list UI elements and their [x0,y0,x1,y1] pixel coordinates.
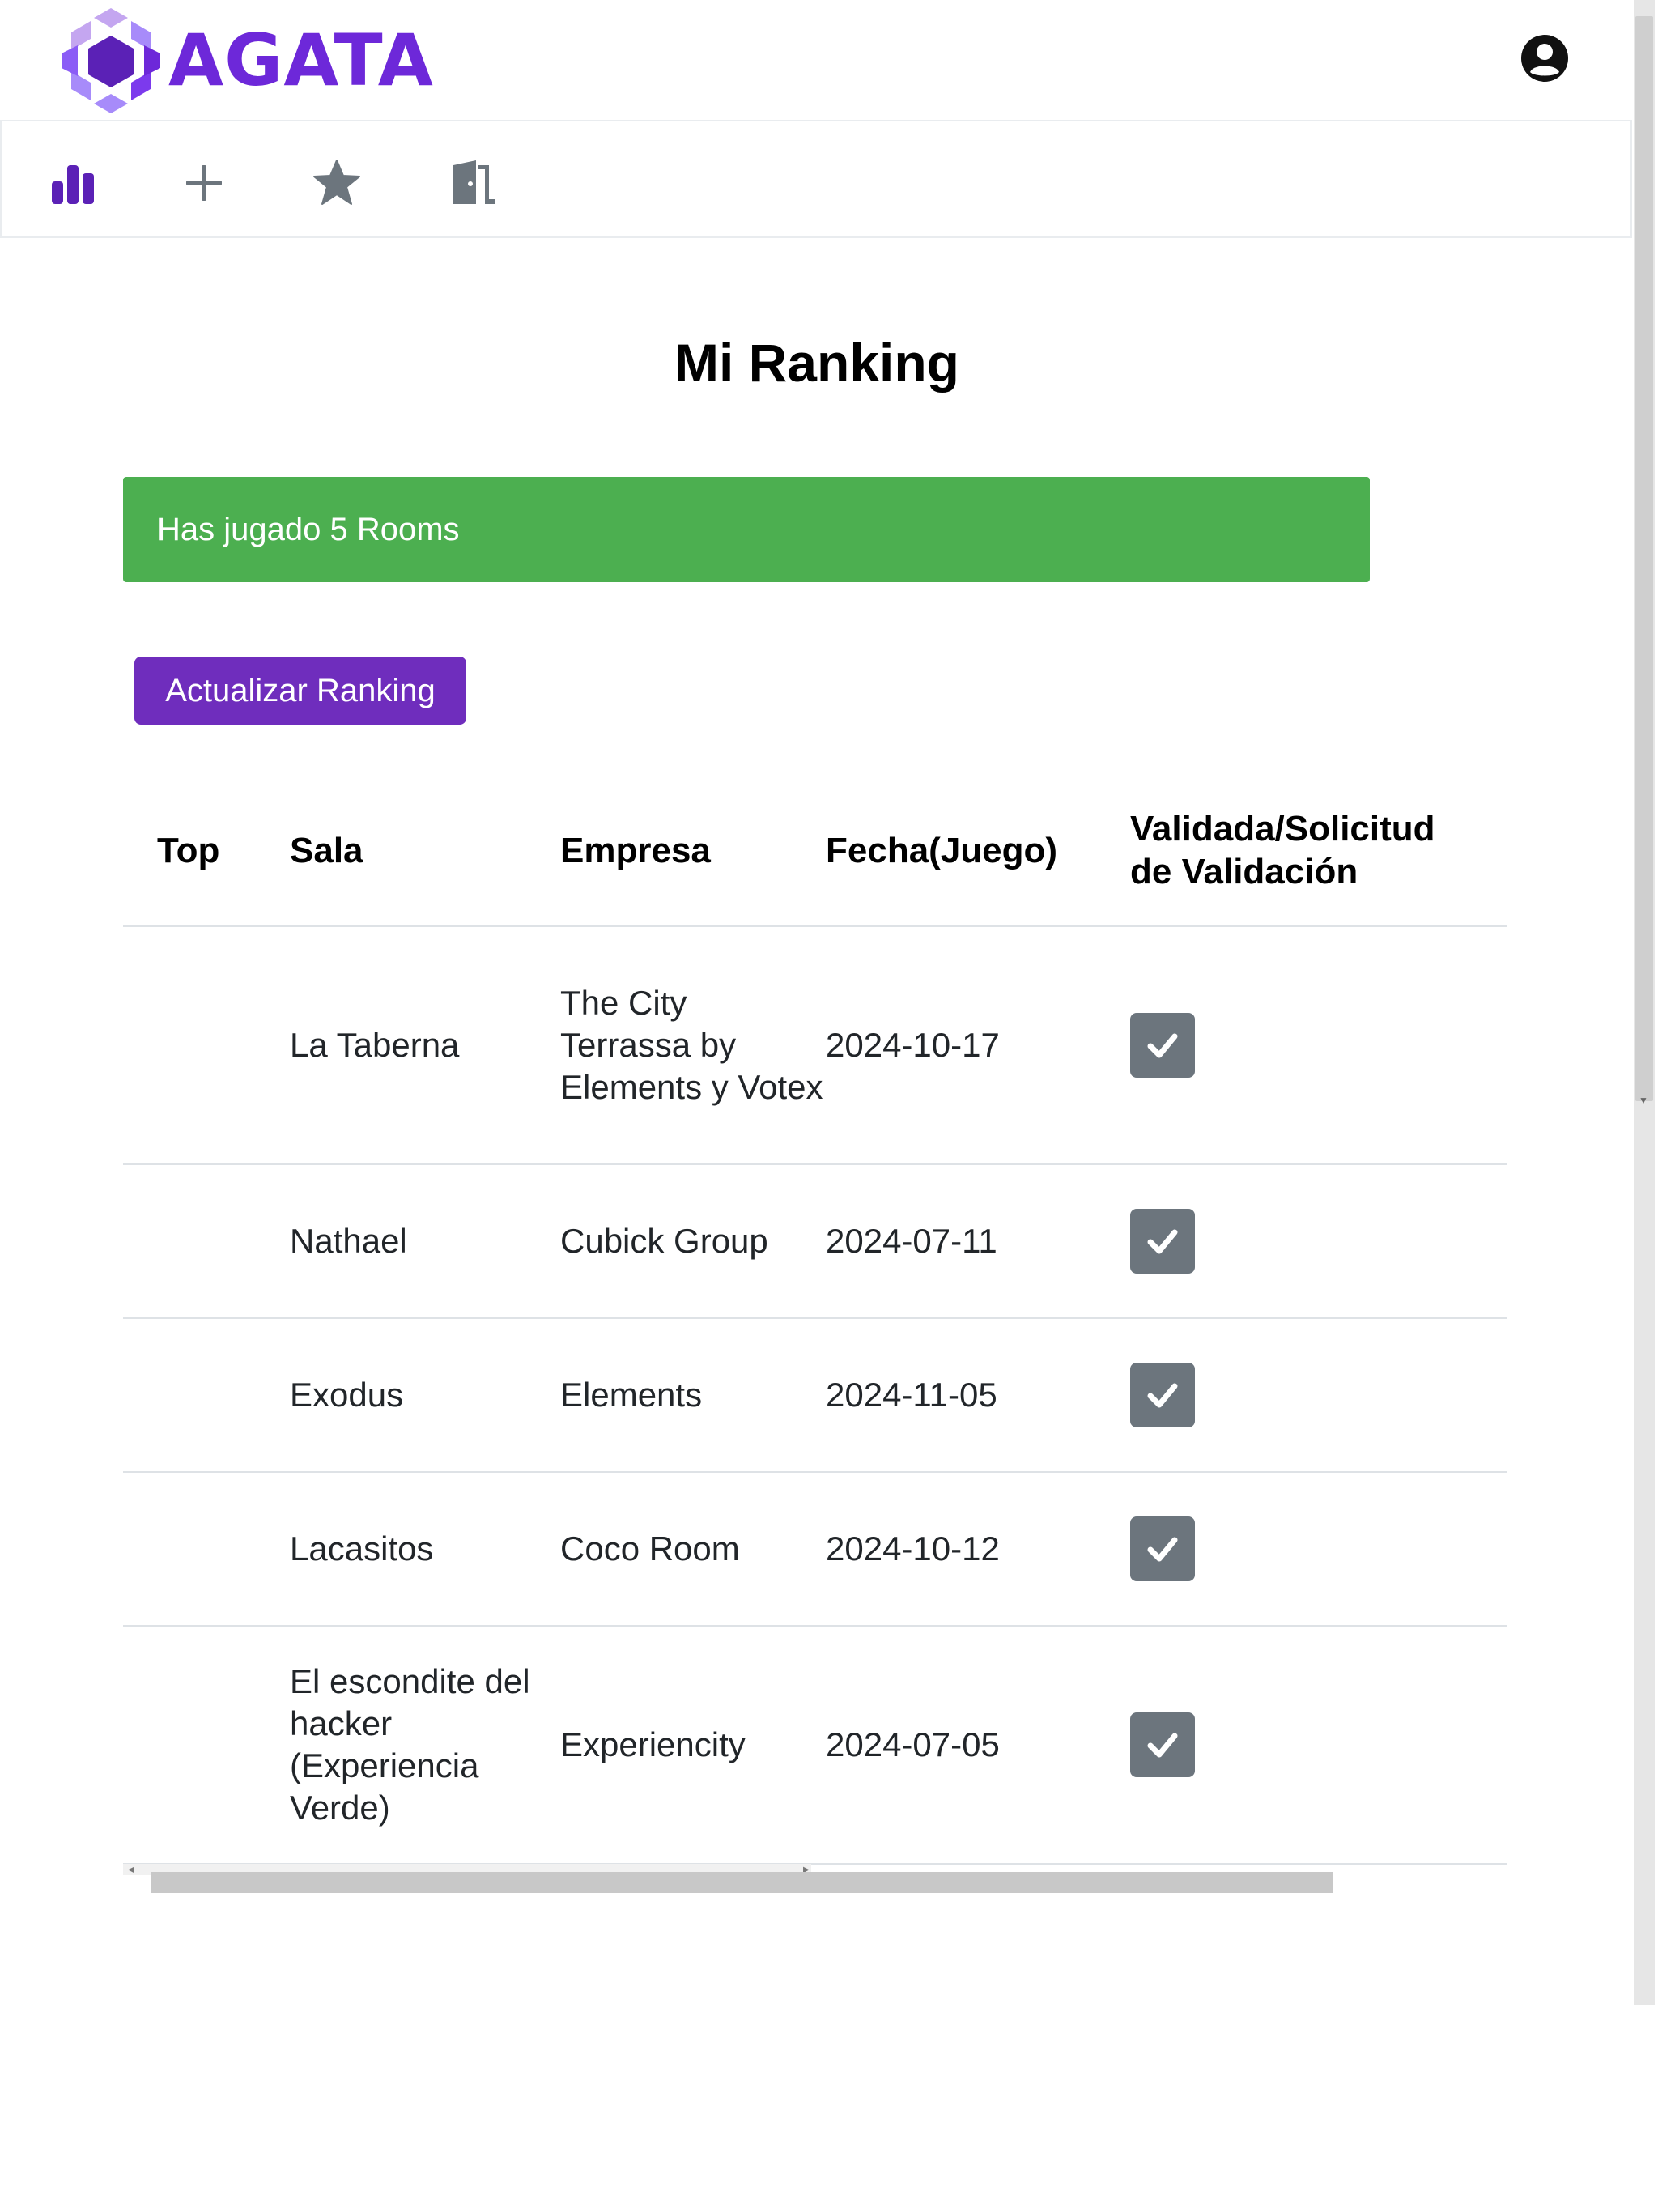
cell-sala: Exodus [290,1317,560,1473]
ranking-table: Top Sala Empresa Fecha(Juego) Validada/S… [123,777,1507,1865]
cell-empresa: Experiencity [560,1625,826,1865]
plus-icon [186,165,222,201]
add-room-button[interactable] [178,157,230,209]
page-vertical-scrollbar[interactable]: ▼ [1634,0,1655,2005]
cell-validada [1130,1625,1507,1865]
main-toolbar [0,120,1632,238]
check-icon [1147,1033,1178,1058]
validated-checkbox[interactable] [1130,1516,1195,1581]
cell-top [123,1163,290,1319]
column-header-top: Top [123,777,290,927]
rooms-played-alert: Has jugado 5 Rooms [123,477,1370,582]
cell-validada [1130,925,1507,1165]
cell-sala: Lacasitos [290,1471,560,1627]
cell-fecha: 2024-10-12 [826,1471,1130,1627]
brand-name: AGATA [168,19,434,102]
validated-checkbox[interactable] [1130,1362,1195,1427]
column-header-sala: Sala [290,777,560,927]
update-ranking-button[interactable]: Actualizar Ranking [134,657,466,725]
table-header-row: Top Sala Empresa Fecha(Juego) Validada/S… [123,777,1507,927]
cell-sala: El escondite del hacker (Experiencia Ver… [290,1625,560,1865]
check-icon [1147,1229,1178,1253]
validated-checkbox[interactable] [1130,1712,1195,1777]
table-horizontal-scrollbar[interactable]: ◀ ▶ [123,1864,1337,1893]
cell-fecha: 2024-07-05 [826,1625,1130,1865]
cell-empresa: Elements [560,1317,826,1473]
table-row: Exodus Elements 2024-11-05 [123,1317,1507,1473]
cell-sala: La Taberna [290,925,560,1165]
ranking-table-container: Top Sala Empresa Fecha(Juego) Validada/S… [123,777,1507,1865]
hexagon-logo-icon [62,8,160,113]
column-header-fecha: Fecha(Juego) [826,777,1130,927]
vertical-scrollbar-thumb[interactable] [1635,16,1653,1101]
check-icon [1147,1383,1178,1407]
check-icon [1147,1733,1178,1757]
cell-empresa: The City Terrassa by Elements y Votex [560,925,826,1165]
cell-fecha: 2024-07-11 [826,1163,1130,1319]
cell-fecha: 2024-10-17 [826,925,1130,1165]
user-account-button[interactable] [1520,34,1569,83]
table-row: La Taberna The City Terrassa by Elements… [123,925,1507,1165]
bar-chart-icon [52,165,94,204]
cell-top [123,1317,290,1473]
cell-fecha: 2024-11-05 [826,1317,1130,1473]
brand-logo[interactable]: AGATA [62,8,434,113]
ranking-tool-button[interactable] [47,157,99,209]
cell-top [123,1471,290,1627]
scroll-left-arrow-icon[interactable]: ◀ [128,1865,134,1874]
cell-top [123,1625,290,1865]
column-header-validada: Validada/Solicitud de Validación [1130,777,1507,927]
table-row: El escondite del hacker (Experiencia Ver… [123,1625,1507,1865]
cell-top [123,925,290,1165]
column-header-empresa: Empresa [560,777,826,927]
star-icon [313,160,360,205]
logout-button[interactable] [445,157,497,209]
door-exit-icon [450,160,495,204]
scrollbar-thumb[interactable] [151,1872,1333,1893]
page: AGATA Mi Ranking Has jugado 5 Rooms Actu… [0,0,1658,2212]
top-header: AGATA [0,0,1634,120]
cell-validada [1130,1471,1507,1627]
page-title: Mi Ranking [674,333,959,393]
validated-checkbox[interactable] [1130,1012,1195,1078]
scroll-down-arrow-icon[interactable]: ▼ [1639,1095,1648,1106]
column-header-validada-label: Validada/Solicitud de Validación [1130,809,1435,891]
table-row: Nathael Cubick Group 2024-07-11 [123,1163,1507,1319]
cell-validada [1130,1163,1507,1319]
cell-empresa: Cubick Group [560,1163,826,1319]
cell-validada [1130,1317,1507,1473]
favorites-button[interactable] [311,157,363,209]
cell-empresa: Coco Room [560,1471,826,1627]
table-row: Lacasitos Coco Room 2024-10-12 [123,1471,1507,1627]
validated-checkbox[interactable] [1130,1208,1195,1274]
user-circle-icon [1521,35,1568,82]
check-icon [1147,1537,1178,1561]
cell-sala: Nathael [290,1163,560,1319]
